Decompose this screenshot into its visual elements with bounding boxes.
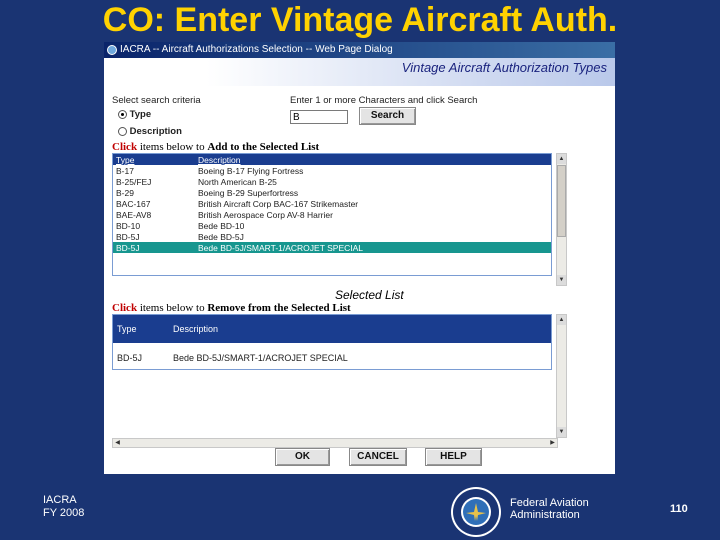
footer-agency-name: Federal Aviation Administration	[510, 497, 589, 521]
available-aircraft-list[interactable]: Type Description B-17 Boeing B-17 Flying …	[112, 153, 552, 276]
remove-instruction: Click items below to Remove from the Sel…	[112, 302, 351, 314]
type-radio-label: Type	[129, 109, 152, 120]
list-item-type: BAC-167	[116, 198, 151, 209]
dialog-horizontal-scrollbar[interactable]: ◀ ▶	[112, 438, 558, 448]
list-header-description[interactable]: Description	[195, 154, 551, 165]
list-item-type: BD-10	[116, 220, 141, 231]
dialog-vertical-scrollbar[interactable]: ▲ ▼	[556, 314, 567, 438]
list-item-description: Bede BD-10	[198, 220, 245, 231]
list-item[interactable]: BD-5J Bede BD-5J	[113, 231, 551, 242]
available-list-scrollbar[interactable]: ▲ ▼	[556, 153, 567, 286]
scroll-up-icon[interactable]: ▲	[557, 315, 566, 325]
browser-icon	[107, 45, 117, 55]
list-item[interactable]: B-29 Boeing B-29 Superfortress	[113, 187, 551, 198]
add-mid-text: items below to	[137, 141, 208, 153]
search-button[interactable]: Search	[359, 107, 416, 125]
list-item[interactable]: B-17 Boeing B-17 Flying Fortress	[113, 165, 551, 176]
dialog-window-title: IACRA -- Aircraft Authorizations Selecti…	[120, 44, 393, 55]
list-item-type: B-17	[116, 165, 134, 176]
agency-line-2: Administration	[510, 509, 580, 521]
add-action-text: Add to the Selected List	[207, 141, 320, 153]
list-item-description: Boeing B-29 Superfortress	[198, 187, 299, 198]
dialog-titlebar[interactable]: IACRA -- Aircraft Authorizations Selecti…	[104, 42, 615, 58]
help-button[interactable]: HELP	[425, 448, 482, 466]
list-item-description: British Aerospace Corp AV-8 Harrier	[198, 209, 333, 220]
dialog-header-title: Vintage Aircraft Authorization Types	[401, 60, 607, 75]
selected-header-description: Description	[173, 324, 219, 334]
type-radio-option[interactable]: Type	[118, 109, 151, 120]
list-item-selected[interactable]: BD-5J Bede BD-5J/SMART-1/ACROJET SPECIAL	[113, 242, 551, 253]
list-item[interactable]: BAE-AV8 British Aerospace Corp AV-8 Harri…	[113, 209, 551, 220]
remove-action-text: Remove from the Selected List	[207, 302, 351, 314]
list-item[interactable]: BAC-167 British Aircraft Corp BAC-167 Str…	[113, 198, 551, 209]
search-criteria-label: Select search criteria	[112, 95, 201, 106]
list-item-description: British Aircraft Corp BAC-167 Strikemast…	[198, 198, 359, 209]
faa-seal-icon	[451, 487, 501, 537]
dialog-header: Vintage Aircraft Authorization Types	[104, 58, 615, 86]
list-item-description: North American B-25	[198, 176, 277, 187]
footer-program-name: IACRA	[43, 494, 77, 506]
cancel-button[interactable]: CANCEL	[349, 448, 407, 466]
add-instruction: Click items below to Add to the Selected…	[112, 141, 319, 153]
description-radio-label: Description	[129, 126, 182, 137]
authorizations-dialog: IACRA -- Aircraft Authorizations Selecti…	[104, 42, 615, 474]
remove-click-word: Click	[112, 302, 138, 314]
scroll-up-icon[interactable]: ▲	[557, 154, 566, 164]
footer-fiscal-year: FY 2008	[43, 507, 85, 519]
scroll-left-icon[interactable]: ◀	[113, 439, 122, 447]
remove-mid-text: items below to	[137, 302, 208, 314]
search-instructions: Enter 1 or more Characters and click Sea…	[290, 95, 478, 106]
scroll-down-icon[interactable]: ▼	[557, 427, 566, 437]
type-radio-button[interactable]	[118, 109, 127, 119]
scrollbar-thumb[interactable]	[557, 165, 566, 237]
description-radio-option[interactable]: Description	[118, 126, 182, 137]
scroll-right-icon[interactable]: ▶	[548, 439, 557, 447]
ok-button[interactable]: OK	[275, 448, 330, 466]
selected-aircraft-table[interactable]: Type Description BD-5J Bede BD-5J/SMART-…	[112, 314, 552, 370]
page-number: 110	[670, 503, 688, 515]
list-item-type: BAE-AV8	[116, 209, 152, 220]
agency-line-1: Federal Aviation	[510, 497, 589, 509]
list-item-type: B-25/FEJ	[116, 176, 152, 187]
table-row[interactable]: BD-5J Bede BD-5J/SMART-1/ACROJET SPECIAL	[113, 343, 551, 371]
list-item-description: Bede BD-5J	[198, 231, 244, 242]
list-item[interactable]: BD-10 Bede BD-10	[113, 220, 551, 231]
add-click-word: Click	[112, 141, 138, 153]
list-item[interactable]: B-25/FEJ North American B-25	[113, 176, 551, 187]
list-header-type[interactable]: Type	[113, 154, 195, 165]
description-radio-button[interactable]	[118, 126, 127, 136]
selected-header-type: Type	[117, 324, 137, 334]
selected-table-header: Type Description	[113, 315, 551, 343]
list-item-description: Bede BD-5J/SMART-1/ACROJET SPECIAL	[195, 242, 551, 253]
list-item-type: BD-5J	[116, 231, 140, 242]
list-item-type: B-29	[116, 187, 134, 198]
selected-list-title: Selected List	[335, 288, 404, 302]
list-item-description: Boeing B-17 Flying Fortress	[198, 165, 304, 176]
footer-program-label: IACRA FY 2008	[43, 494, 84, 520]
selected-row-type: BD-5J	[117, 353, 143, 363]
search-input[interactable]	[290, 110, 348, 124]
selected-row-description: Bede BD-5J/SMART-1/ACROJET SPECIAL	[173, 353, 348, 363]
slide-title: CO: Enter Vintage Aircraft Auth.	[102, 1, 618, 39]
list-item-type: BD-5J	[113, 242, 195, 253]
scroll-down-icon[interactable]: ▼	[557, 275, 566, 285]
